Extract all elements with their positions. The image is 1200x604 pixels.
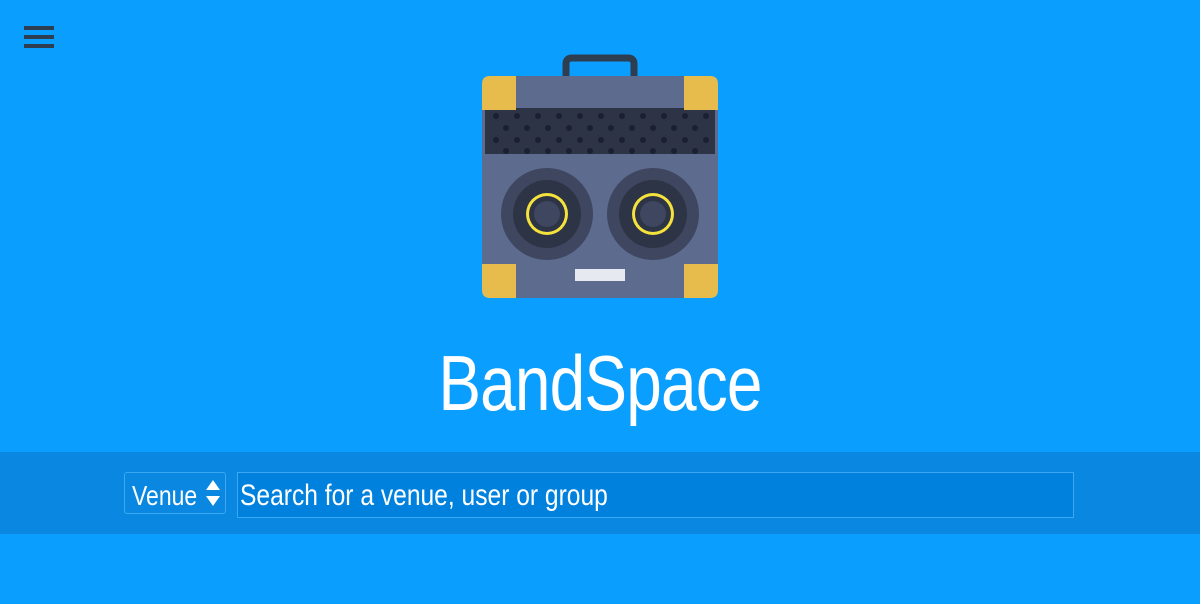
amplifier-logo-icon bbox=[480, 54, 720, 302]
app-title: BandSpace bbox=[438, 339, 762, 427]
search-input[interactable]: Search for a venue, user or group bbox=[237, 472, 1074, 518]
search-placeholder: Search for a venue, user or group bbox=[240, 479, 608, 512]
hamburger-menu-icon[interactable] bbox=[24, 26, 54, 50]
search-type-selected: Venue bbox=[132, 480, 198, 511]
menu-line bbox=[24, 35, 54, 39]
up-down-arrows-icon bbox=[205, 478, 221, 508]
menu-line bbox=[24, 44, 54, 48]
search-bar: Venue Search for a venue, user or group bbox=[0, 452, 1200, 534]
search-type-select[interactable]: Venue bbox=[124, 472, 226, 514]
home-page: BandSpace Venue Search for a venue, user… bbox=[0, 0, 1200, 604]
menu-line bbox=[24, 26, 54, 30]
